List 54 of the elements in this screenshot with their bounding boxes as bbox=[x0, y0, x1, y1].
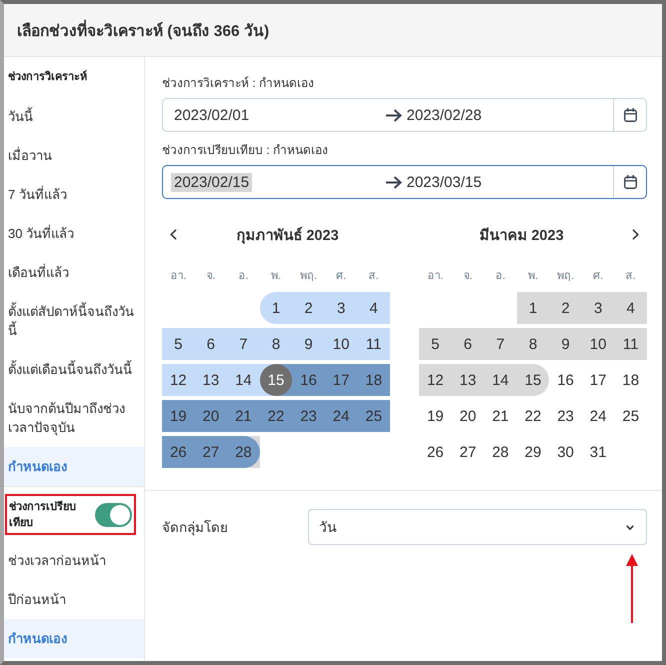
calendar-icon bbox=[624, 108, 636, 122]
calendar-day[interactable]: 28 bbox=[227, 436, 260, 468]
sidebar-item[interactable]: ตั้งแต่เดือนนี้จนถึงวันนี้ bbox=[4, 350, 144, 389]
arrow-right-icon bbox=[386, 176, 402, 188]
dialog-title: เลือกช่วงที่จะวิเคราะห์ (จนถึง 366 วัน) bbox=[17, 18, 270, 42]
weekday-label: จ. bbox=[462, 269, 474, 284]
date-range-field[interactable]: 2023/02/01 2023/02/28 bbox=[162, 98, 647, 132]
sidebar-item[interactable]: วันนี้ bbox=[4, 97, 144, 136]
chevron-right-icon[interactable] bbox=[632, 228, 639, 240]
sidebar-item[interactable]: 30 วันที่แล้ว bbox=[4, 214, 144, 253]
chevron-left-icon[interactable] bbox=[170, 228, 177, 240]
calendar-day[interactable]: 15 bbox=[516, 364, 550, 396]
section-heading: ช่วงการเปรียบเทียบ bbox=[9, 500, 77, 530]
end-date-input[interactable]: 2023/02/28 bbox=[406, 106, 482, 124]
weekday-label: ศ. bbox=[592, 269, 604, 284]
arrow-right-icon bbox=[386, 108, 402, 122]
weekday-label: ส. bbox=[368, 269, 380, 284]
annotation-arrow bbox=[626, 554, 638, 623]
calendar-day[interactable]: 1 bbox=[260, 292, 292, 324]
sidebar-item[interactable]: เดือนที่แล้ว bbox=[4, 253, 144, 292]
chevron-down-icon bbox=[626, 524, 634, 530]
weekday-label: พฤ. bbox=[556, 269, 576, 284]
calendar-icon bbox=[624, 175, 636, 189]
sidebar-item[interactable]: 7 วันที่แล้ว bbox=[4, 175, 144, 214]
weekday-label: อ. bbox=[494, 269, 506, 284]
weekday-label: ศ. bbox=[335, 269, 348, 284]
range-label: ช่วงการเปรียบเทียบ : กำหนดเอง bbox=[162, 142, 330, 159]
sidebar-item[interactable]: กำหนดเอง bbox=[4, 619, 144, 658]
weekday-label: อา. bbox=[169, 269, 188, 284]
date-range-field[interactable]: 2023/02/15 2023/03/15 bbox=[162, 165, 647, 199]
month-title: กุมภาพันธ์ 2023 bbox=[235, 226, 340, 246]
weekday-label: อ. bbox=[237, 269, 250, 284]
group-by-select[interactable]: วัน bbox=[308, 509, 647, 545]
start-date-input[interactable]: 2023/02/01 bbox=[171, 106, 252, 124]
section-heading: ช่วงการวิเคราะห์ bbox=[7, 69, 88, 85]
range-label: ช่วงการวิเคราะห์ : กำหนดเอง bbox=[162, 75, 316, 92]
weekday-label: ส. bbox=[624, 269, 637, 284]
weekday-label: พ. bbox=[526, 269, 540, 284]
calendar-day[interactable]: 15 bbox=[260, 364, 292, 396]
month-title: มีนาคม 2023 bbox=[478, 226, 565, 246]
end-date-input[interactable]: 2023/03/15 bbox=[406, 174, 482, 190]
weekday-label: จ. bbox=[205, 269, 216, 284]
start-date-input[interactable]: 2023/02/15 bbox=[171, 172, 252, 192]
sidebar-item[interactable]: ช่วงเวลาก่อนหน้า bbox=[4, 541, 144, 580]
sidebar-item[interactable]: นับจากต้นปีมาถึงช่วงเวลาปัจจุบัน bbox=[4, 389, 144, 447]
weekday-label: พฤ. bbox=[299, 269, 318, 284]
group-by-label: จัดกลุ่มโดย bbox=[162, 519, 229, 538]
weekday-label: อา. bbox=[426, 269, 444, 284]
sidebar-item[interactable]: ตั้งแต่สัปดาห์นี้จนถึงวันนี้ bbox=[4, 292, 144, 350]
sidebar-item[interactable]: กำหนดเอง bbox=[4, 447, 144, 486]
toggle-switch[interactable] bbox=[95, 502, 132, 526]
sidebar-item[interactable]: ปีก่อนหน้า bbox=[4, 580, 144, 619]
weekday-label: พ. bbox=[270, 269, 282, 284]
sidebar-item[interactable]: เมื่อวาน bbox=[4, 136, 144, 175]
